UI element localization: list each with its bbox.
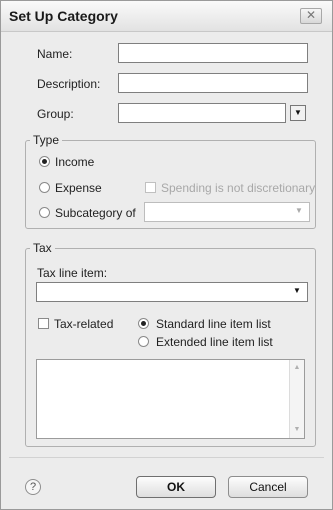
standard-line-item-label[interactable]: Standard line item list [156,317,271,331]
standard-line-item-radio[interactable] [138,318,149,329]
spending-not-discretionary-checkbox[interactable] [145,182,156,193]
subcategory-dropdown-button[interactable]: ▼ [291,204,307,220]
tax-line-item-dropdown-button[interactable]: ▼ [289,284,305,300]
chevron-down-icon: ▼ [295,206,303,215]
close-button[interactable]: ✕ [300,8,322,24]
scroll-down-icon[interactable]: ▼ [292,425,302,435]
spending-not-discretionary-label: Spending is not discretionary [161,181,316,195]
income-radio[interactable] [39,156,50,167]
cancel-button[interactable]: Cancel [228,476,308,498]
tax-related-checkbox[interactable] [38,318,49,329]
tax-line-item-label: Tax line item: [37,266,108,280]
subcategory-radio[interactable] [39,207,50,218]
name-input[interactable] [118,43,308,63]
tax-line-item-list[interactable]: ▲ ▼ [36,359,305,439]
tax-line-item-select[interactable] [36,282,308,302]
scroll-up-icon[interactable]: ▲ [292,363,302,373]
tax-legend: Tax [33,241,52,255]
title-bar[interactable]: Set Up Category ✕ [1,1,332,32]
name-label: Name: [37,47,73,61]
group-label: Group: [37,107,74,121]
dialog-title: Set Up Category [9,8,118,24]
group-input[interactable] [118,103,286,123]
expense-radio[interactable] [39,182,50,193]
footer-divider [9,457,324,458]
help-icon[interactable]: ? [25,479,41,495]
description-input[interactable] [118,73,308,93]
tax-related-label[interactable]: Tax-related [54,317,113,331]
help-glyph: ? [29,481,37,493]
expense-label[interactable]: Expense [55,181,102,195]
cancel-button-label: Cancel [249,480,287,494]
set-up-category-dialog: Set Up Category ✕ Name: Description: Gro… [0,0,333,510]
subcategory-label[interactable]: Subcategory of [55,206,136,220]
ok-button[interactable]: OK [136,476,216,498]
chevron-down-icon: ▼ [293,286,301,295]
group-dropdown-button[interactable]: ▼ [290,105,306,121]
extended-line-item-label[interactable]: Extended line item list [156,335,273,349]
chevron-down-icon: ▼ [294,108,302,117]
subcategory-select[interactable] [144,202,310,222]
extended-line-item-radio[interactable] [138,336,149,347]
close-icon: ✕ [305,8,317,22]
type-legend: Type [33,133,60,147]
ok-button-label: OK [167,480,185,494]
income-label[interactable]: Income [55,155,94,169]
list-scrollbar[interactable]: ▲ ▼ [289,360,304,438]
description-label: Description: [37,77,101,91]
